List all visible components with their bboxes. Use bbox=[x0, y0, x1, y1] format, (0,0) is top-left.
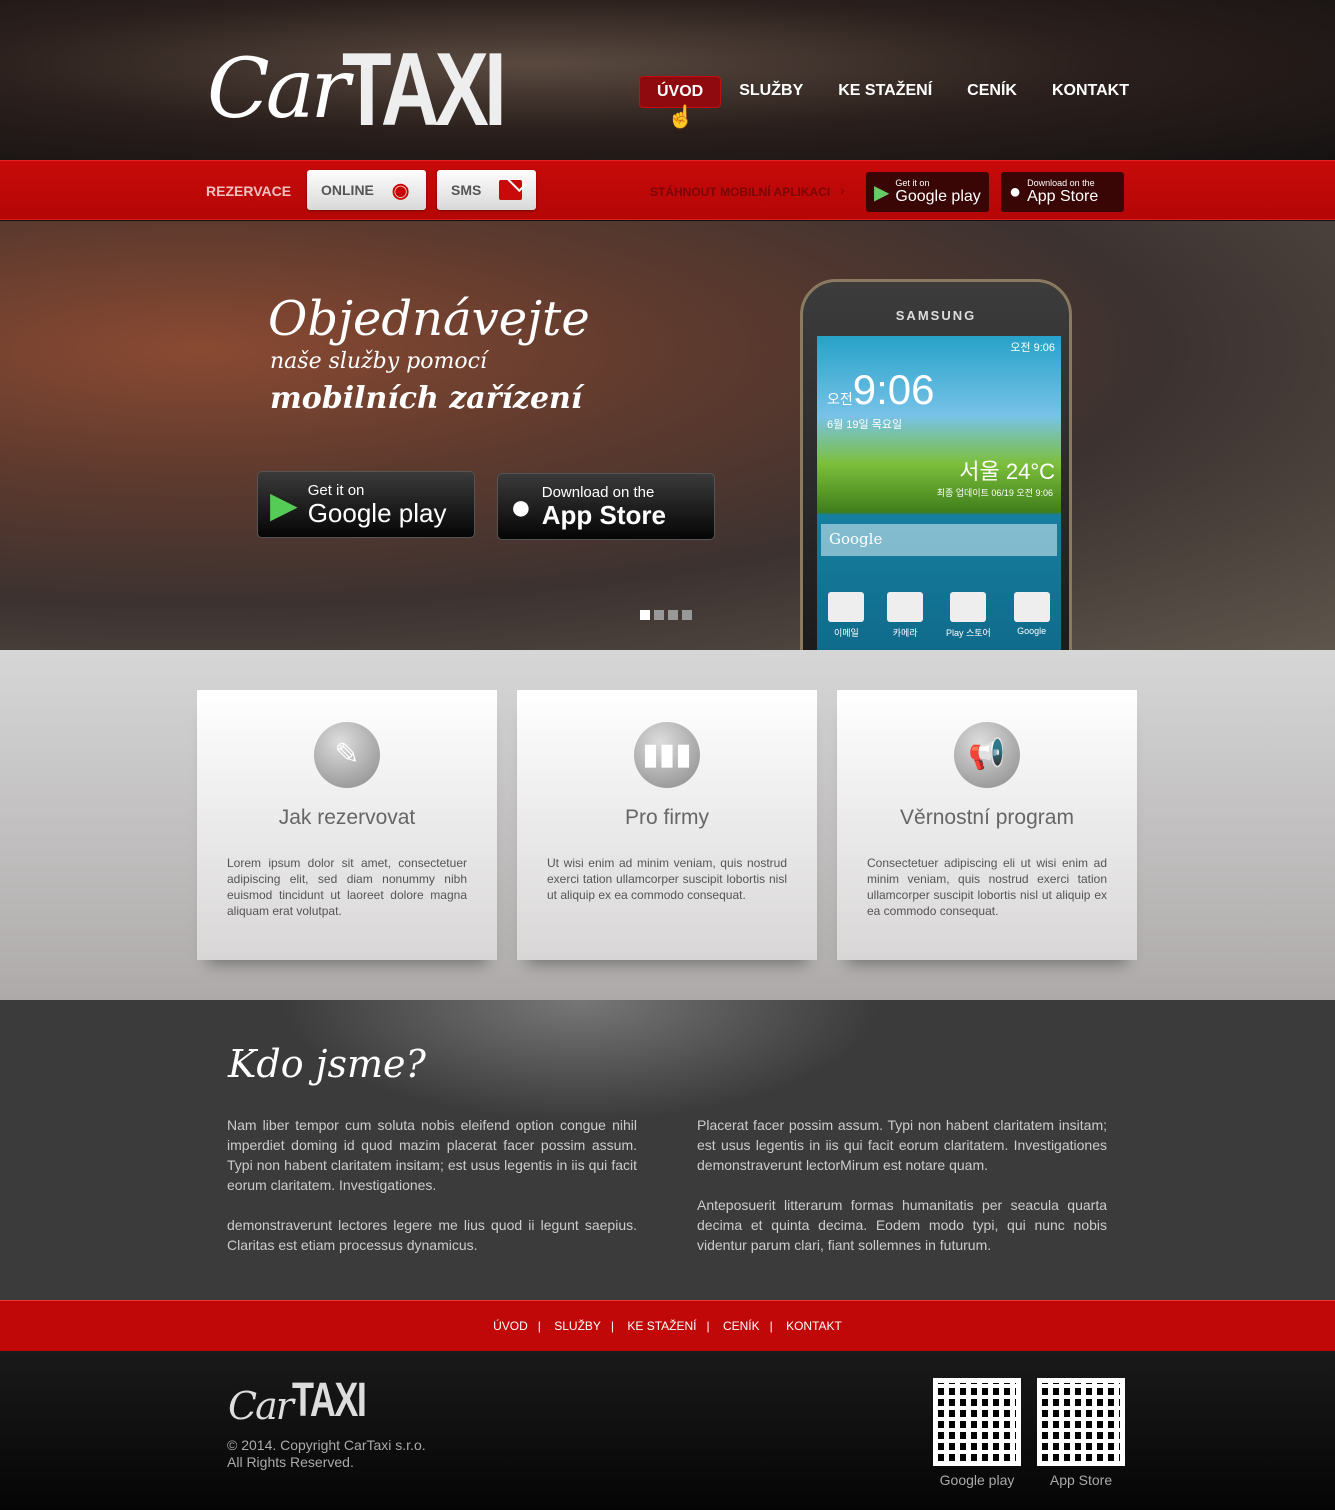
phone-update: 최종 업데이트 06/19 오전 9:06 bbox=[936, 488, 1053, 498]
megaphone-icon: 📢 bbox=[954, 722, 1020, 788]
about-right-column: Placerat facer possim assum. Typi non ha… bbox=[697, 1115, 1107, 1275]
feature-card: 📢 Věrnostní program Consectetuer adipisc… bbox=[837, 690, 1137, 960]
nav-ke-stazeni[interactable]: KE STAŽENÍ bbox=[821, 76, 949, 108]
phone-time: 9:06 bbox=[852, 366, 935, 413]
google-big: Google play bbox=[895, 188, 981, 205]
feature-text: Ut wisi enim ad minim veniam, quis nostr… bbox=[547, 856, 787, 902]
footer-nav-ke-stazeni[interactable]: KE STAŽENÍ bbox=[627, 1319, 696, 1333]
phone-app: Google bbox=[1013, 592, 1050, 639]
feature-title: Věrnostní program bbox=[900, 806, 1074, 829]
qr-apple-label: App Store bbox=[1049, 1472, 1113, 1488]
reservation-label: REZERVACE bbox=[206, 183, 292, 199]
phone-screen: 오전 9:06 오전9:06 6월 19일 목요일 서울 24°C 최종 업데이… bbox=[817, 336, 1061, 656]
download-app-label: STÁHNOUT MOBILNÍ APLIKACI bbox=[650, 185, 831, 199]
envelope-icon bbox=[499, 180, 522, 200]
hero-app-store-button[interactable]: ● Download on the App Store bbox=[497, 473, 715, 540]
phone-apps: 이메일 카메라 Play 스토어 Google bbox=[817, 592, 1061, 639]
phone-app: 이메일 bbox=[828, 592, 865, 639]
apple-big: App Store bbox=[541, 500, 666, 530]
about-paragraph: Placerat facer possim assum. Typi non ha… bbox=[697, 1117, 1107, 1173]
feature-card: ✎ Jak rezervovat Lorem ipsum dolor sit a… bbox=[197, 690, 497, 960]
about-paragraph: Anteposuerit litterarum formas humanitat… bbox=[697, 1197, 1107, 1253]
google-small: Get it on bbox=[895, 178, 930, 188]
qr-google-label: Google play bbox=[939, 1472, 1015, 1488]
business-icon: ▮▮▮ bbox=[634, 722, 700, 788]
google-play-badge[interactable]: ▶ Get it on Google play bbox=[866, 172, 989, 212]
features-section: ✎ Jak rezervovat Lorem ipsum dolor sit a… bbox=[0, 650, 1335, 1000]
feature-title: Jak rezervovat bbox=[278, 806, 416, 829]
logo-car: Car bbox=[207, 42, 350, 137]
feature-card: ▮▮▮ Pro firmy Ut wisi enim ad minim veni… bbox=[517, 690, 817, 960]
footer: Car TAXI © 2014. Copyright CarTaxi s.r.o… bbox=[0, 1351, 1335, 1510]
hero-subtitle-bold: mobilních zařízení bbox=[270, 381, 583, 416]
footer-nav-uvod[interactable]: ÚVOD bbox=[493, 1319, 528, 1333]
slide-dot[interactable] bbox=[668, 610, 678, 620]
hero-slider: Objednávejte naše služby pomocí mobilníc… bbox=[0, 221, 1335, 659]
rights-text: All Rights Reserved. bbox=[227, 1454, 354, 1470]
slider-dots bbox=[640, 610, 692, 620]
feature-text: Consectetuer adipiscing eli ut wisi enim… bbox=[867, 856, 1107, 918]
logo-taxi: TAXI bbox=[341, 32, 507, 148]
phone-image: SAMSUNG 오전 9:06 오전9:06 6월 19일 목요일 서울 24°… bbox=[800, 279, 1072, 659]
apple-icon: ● bbox=[1009, 180, 1022, 203]
hand-cursor-icon: ☝ bbox=[667, 104, 695, 129]
hero-subtitle: naše služby pomocí bbox=[270, 349, 487, 374]
hero-google-play-button[interactable]: ▶ Get it on Google play bbox=[257, 471, 475, 538]
footer-nav: ÚVOD | SLUŽBY | KE STAŽENÍ | CENÍK | KONTAKT bbox=[0, 1300, 1335, 1351]
sms-button[interactable]: SMS bbox=[437, 170, 536, 210]
phone-brand: SAMSUNG bbox=[895, 308, 977, 323]
feature-title: Pro firmy bbox=[625, 806, 709, 829]
about-left-column: Nam liber tempor cum soluta nobis eleife… bbox=[227, 1115, 637, 1275]
pencil-icon: ✎ bbox=[314, 722, 380, 788]
about-paragraph: demonstraverunt lectores legere me lius … bbox=[227, 1217, 637, 1253]
about-title: Kdo jsme? bbox=[228, 1042, 426, 1086]
google-play-qr-code[interactable] bbox=[933, 1378, 1021, 1466]
online-button[interactable]: ONLINE ◉ bbox=[307, 170, 426, 210]
app-store-badge[interactable]: ● Download on the App Store bbox=[1001, 172, 1124, 212]
chevron-right-icon: › bbox=[840, 182, 845, 198]
phone-search: Google bbox=[821, 524, 1057, 556]
phone-app: Play 스토어 bbox=[946, 592, 991, 639]
slide-dot[interactable] bbox=[654, 610, 664, 620]
apple-small: Download on the bbox=[541, 484, 655, 501]
slide-dot[interactable] bbox=[682, 610, 692, 620]
play-icon: ▶ bbox=[270, 483, 298, 525]
google-big: Google play bbox=[307, 498, 447, 528]
app-store-qr-code[interactable] bbox=[1037, 1378, 1125, 1466]
nav-kontakt[interactable]: KONTAKT bbox=[1035, 76, 1146, 108]
footer-logo: Car TAXI bbox=[228, 1373, 390, 1428]
footer-nav-sluzby[interactable]: SLUŽBY bbox=[554, 1319, 601, 1333]
header: Car TAXI ÚVOD SLUŽBY KE STAŽENÍ CENÍK KO… bbox=[0, 0, 1335, 160]
google-small: Get it on bbox=[307, 482, 365, 499]
play-icon: ▶ bbox=[874, 181, 890, 204]
online-label: ONLINE bbox=[321, 182, 374, 198]
footer-nav-cenik[interactable]: CENÍK bbox=[723, 1319, 760, 1333]
about-section: Kdo jsme? Nam liber tempor cum soluta no… bbox=[0, 1000, 1335, 1300]
logo-car: Car bbox=[228, 1384, 294, 1428]
wifi-icon: ◉ bbox=[391, 179, 410, 202]
logo[interactable]: Car TAXI bbox=[207, 30, 547, 148]
apple-small: Download on the bbox=[1027, 178, 1095, 188]
apple-big: App Store bbox=[1027, 188, 1099, 205]
main-nav: ÚVOD SLUŽBY KE STAŽENÍ CENÍK KONTAKT bbox=[639, 76, 1147, 108]
slide-dot[interactable] bbox=[640, 610, 650, 620]
nav-cenik[interactable]: CENÍK bbox=[950, 76, 1034, 108]
phone-app: 카메라 bbox=[887, 592, 924, 639]
footer-nav-kontakt[interactable]: KONTAKT bbox=[786, 1319, 842, 1333]
apple-icon: ● bbox=[510, 485, 532, 527]
phone-date: 6월 19일 목요일 bbox=[827, 419, 903, 431]
phone-weather: 서울 24°C bbox=[959, 459, 1055, 484]
nav-sluzby[interactable]: SLUŽBY bbox=[722, 76, 820, 108]
logo-taxi: TAXI bbox=[291, 1374, 367, 1427]
feature-text: Lorem ipsum dolor sit amet, consectetuer… bbox=[227, 856, 467, 918]
copyright-text: © 2014. Copyright CarTaxi s.r.o. bbox=[227, 1437, 426, 1453]
about-paragraph: Nam liber tempor cum soluta nobis eleife… bbox=[227, 1117, 637, 1193]
phone-clock: 오전9:06 bbox=[827, 366, 935, 414]
copyright: © 2014. Copyright CarTaxi s.r.o. All Rig… bbox=[227, 1437, 426, 1471]
phone-status: 오전 9:06 bbox=[1010, 342, 1055, 354]
sms-label: SMS bbox=[451, 182, 482, 198]
reservation-bar: REZERVACE ONLINE ◉ SMS STÁHNOUT MOBILNÍ … bbox=[0, 160, 1335, 220]
hero-title: Objednávejte bbox=[268, 291, 590, 347]
phone-ampm: 오전 bbox=[827, 391, 853, 407]
